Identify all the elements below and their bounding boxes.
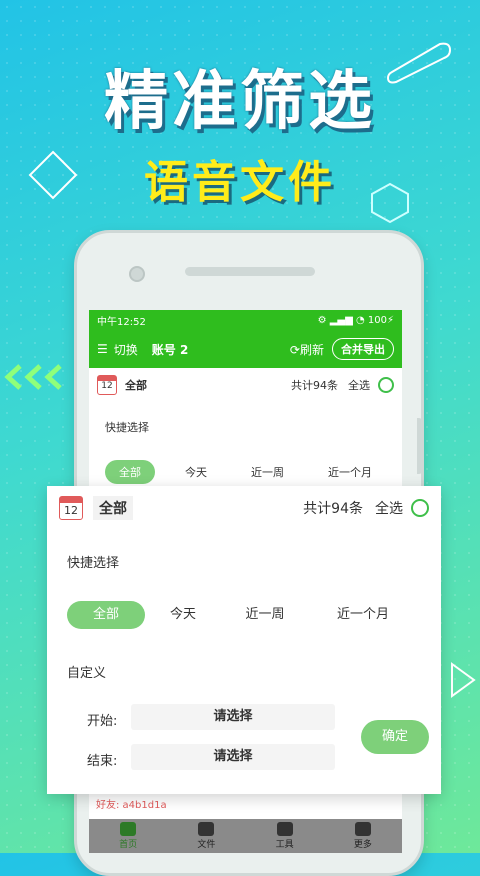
bg-quick-label: 快捷选择 — [105, 421, 149, 434]
refresh-icon: ⟳ — [289, 342, 300, 357]
bg-select-all-radio[interactable] — [378, 377, 394, 393]
tab-files[interactable]: 文件 — [167, 819, 245, 853]
triangle-decoration — [451, 662, 476, 698]
phone-side-button — [417, 418, 422, 474]
wechat-icon — [120, 822, 137, 836]
status-bar: 中午12:52 ⚙ ▂▄▆ ◔ 100⚡ — [89, 310, 402, 330]
popup-select-all-radio[interactable] — [411, 499, 429, 517]
date-filter-popup: 12 全部 共计94条 全选 快捷选择 全部 今天 近一周 近一个月 自定义 开… — [47, 486, 441, 794]
popup-all-label: 全部 — [93, 496, 133, 520]
bg-chip-month[interactable]: 近一个月 — [314, 460, 386, 484]
tab-home[interactable]: 首页 — [89, 819, 167, 853]
peek-friend-label: 好友: a4b1d1a — [96, 800, 167, 811]
bg-total: 共计94条 — [291, 379, 338, 392]
bg-select-all[interactable]: 全选 — [348, 377, 370, 393]
tab-more[interactable]: 更多 — [324, 819, 402, 853]
chip-week[interactable]: 近一周 — [221, 601, 309, 629]
chip-today[interactable]: 今天 — [145, 601, 221, 629]
calendar-icon: 12 — [59, 496, 83, 520]
account-label: 账号 2 — [151, 342, 189, 357]
chip-all[interactable]: 全部 — [67, 601, 145, 629]
cylinder-decoration — [386, 42, 452, 84]
chevrons-decoration — [4, 364, 62, 390]
refresh-button[interactable]: ⟳刷新 — [290, 341, 324, 358]
popup-select-all[interactable]: 全选 — [375, 498, 403, 518]
quick-select-label: 快捷选择 — [67, 556, 120, 571]
book-icon — [198, 822, 215, 836]
confirm-button[interactable]: 确定 — [361, 720, 429, 754]
bg-chip-all[interactable]: 全部 — [105, 460, 155, 484]
bottom-tab-bar: 首页 文件 工具 更多 — [89, 819, 402, 853]
status-icons: ⚙ ▂▄▆ ◔ 100⚡ — [317, 314, 394, 326]
gear-icon — [354, 822, 371, 836]
start-label: 开始: — [87, 714, 118, 729]
calendar-icon: 12 — [97, 375, 117, 395]
chip-month[interactable]: 近一个月 — [309, 601, 417, 629]
popup-header: 12 全部 共计94条 全选 — [47, 486, 441, 530]
bg-chip-week[interactable]: 近一周 — [237, 460, 298, 484]
app-bar: ☰ 切换 账号 2 ⟳刷新 合并导出 — [89, 330, 402, 368]
switch-button[interactable]: 切换 — [114, 341, 138, 358]
quick-select-chips: 全部 今天 近一周 近一个月 — [67, 601, 429, 629]
cube-decoration — [371, 182, 409, 224]
popup-total: 共计94条 — [303, 501, 363, 517]
camera-icon — [129, 266, 145, 282]
switch-icon[interactable]: ☰ — [97, 342, 108, 356]
toolbox-icon — [276, 822, 293, 836]
merge-export-button[interactable]: 合并导出 — [332, 338, 394, 360]
diamond-decoration — [28, 150, 78, 200]
tab-tools[interactable]: 工具 — [246, 819, 324, 853]
bg-chip-today[interactable]: 今天 — [171, 460, 221, 484]
end-label: 结束: — [87, 754, 118, 769]
end-date-field[interactable]: 请选择 — [131, 744, 335, 770]
bg-all-label: 全部 — [125, 379, 147, 392]
speaker-grille — [185, 267, 315, 276]
status-time: 中午12:52 — [97, 316, 146, 328]
start-date-field[interactable]: 请选择 — [131, 704, 335, 730]
custom-label: 自定义 — [67, 666, 107, 681]
